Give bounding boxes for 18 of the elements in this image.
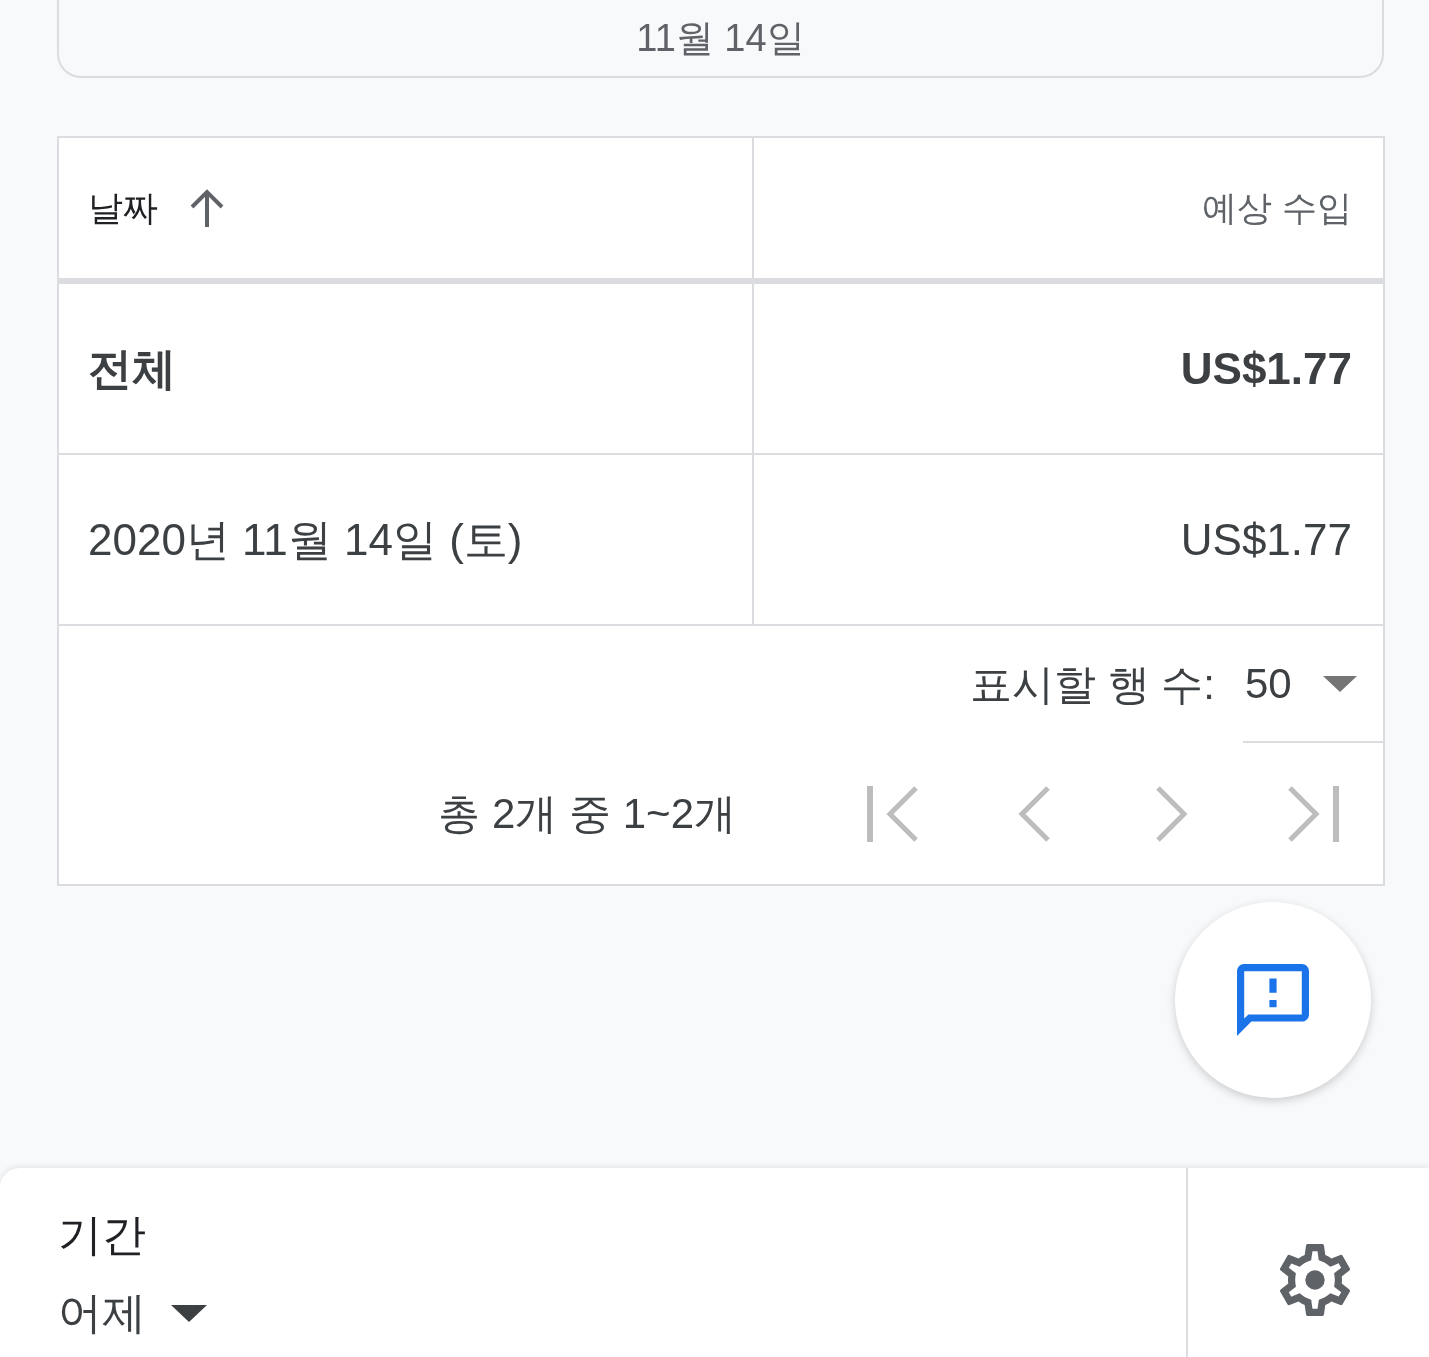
date-label: 11월 14일 (636, 16, 805, 60)
column-header[interactable]: 예상 수입 (1202, 186, 1352, 230)
rows-per-page-label: 표시할 행 수: (970, 659, 1215, 710)
caret-icon (171, 1304, 207, 1322)
first-page-icon (867, 784, 919, 843)
column-header[interactable]: 날짜 (88, 186, 226, 230)
settings-icon (1278, 1244, 1351, 1316)
table-cell: 2020년 11월 14일 (토) (88, 513, 523, 566)
last-page-icon (1287, 784, 1339, 843)
page-range-text: 총 2개 중 1~2개 (438, 788, 736, 839)
rows-per-page-select[interactable]: 50 (1243, 626, 1383, 743)
feedback-icon (1237, 964, 1309, 1036)
period-label: 기간 (58, 1209, 146, 1261)
table-cell: 전체 (88, 342, 176, 395)
period-dropdown[interactable]: 어제 (58, 1285, 207, 1341)
table-cell: US$1.77 (1180, 342, 1352, 395)
table-cell: US$1.77 (1180, 513, 1352, 566)
caret-icon (1323, 675, 1357, 692)
